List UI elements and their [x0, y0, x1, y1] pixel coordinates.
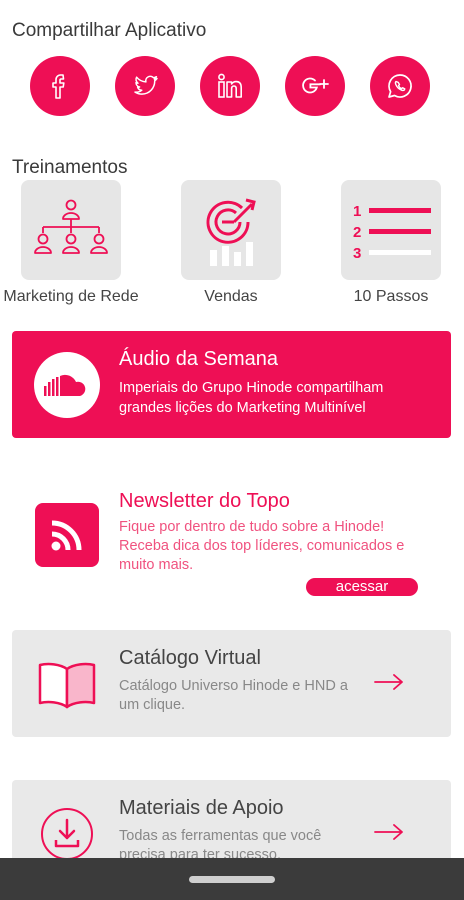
google-plus-share-button[interactable] [285, 56, 345, 116]
training-tile [21, 180, 121, 280]
catalog-description: Catálogo Universo Hinode e HND a um cliq… [119, 678, 348, 713]
training-label: Vendas [204, 288, 258, 305]
numbered-list-icon: 1 2 3 [353, 203, 431, 260]
audio-of-the-week-card[interactable]: Áudio da Semana Imperiais do Grupo Hinod… [12, 331, 451, 438]
linkedin-icon [218, 73, 242, 98]
training-tile [181, 180, 281, 280]
training-label: 10 Passos [353, 288, 429, 305]
rss-icon [35, 503, 99, 567]
training-tile: 1 2 3 [341, 180, 441, 280]
linkedin-share-button[interactable] [200, 56, 260, 116]
home-gesture-handle[interactable] [189, 876, 275, 883]
trainings-section-title: Treinamentos [12, 157, 128, 178]
twitter-icon [134, 75, 158, 95]
facebook-icon [52, 74, 65, 99]
training-item-marketing-de-rede[interactable]: Marketing de Rede [3, 180, 139, 306]
newsletter-access-button[interactable]: acessar [306, 578, 418, 596]
catalog-title: Catálogo Virtual [119, 647, 261, 669]
org-chart-icon [34, 199, 108, 254]
share-section-title: Compartilhar Aplicativo [12, 20, 207, 41]
share-buttons [30, 56, 430, 116]
google-plus-icon [302, 77, 329, 94]
catalog-card[interactable]: Catálogo Virtual Catálogo Universo Hinod… [12, 630, 451, 737]
download-icon [34, 804, 100, 864]
facebook-share-button[interactable] [30, 56, 90, 116]
arrow-right-icon [374, 674, 403, 690]
svg-text:2: 2 [353, 224, 361, 241]
arrow-right-icon [374, 824, 403, 840]
svg-text:1: 1 [353, 203, 361, 220]
whatsapp-share-button[interactable] [370, 56, 430, 116]
svg-text:3: 3 [353, 245, 361, 260]
newsletter-description: Fique por dentro de tudo sobre a Hinode!… [119, 519, 405, 573]
training-item-10-passos[interactable]: 1 2 3 10 Passos [341, 180, 441, 306]
sales-target-icon [206, 198, 256, 266]
training-item-vendas[interactable]: Vendas [181, 180, 281, 306]
support-materials-title: Materiais de Apoio [119, 797, 284, 819]
soundcloud-icon [34, 352, 100, 418]
audio-card-description: Imperiais do Grupo Hinode compartilham g… [119, 380, 384, 416]
twitter-share-button[interactable] [115, 56, 175, 116]
training-label: Marketing de Rede [3, 288, 139, 305]
audio-card-title: Áudio da Semana [119, 348, 279, 370]
whatsapp-icon [388, 74, 412, 98]
newsletter-title: Newsletter do Topo [119, 490, 290, 512]
system-navigation-bar [0, 858, 464, 900]
open-book-icon [34, 654, 100, 714]
